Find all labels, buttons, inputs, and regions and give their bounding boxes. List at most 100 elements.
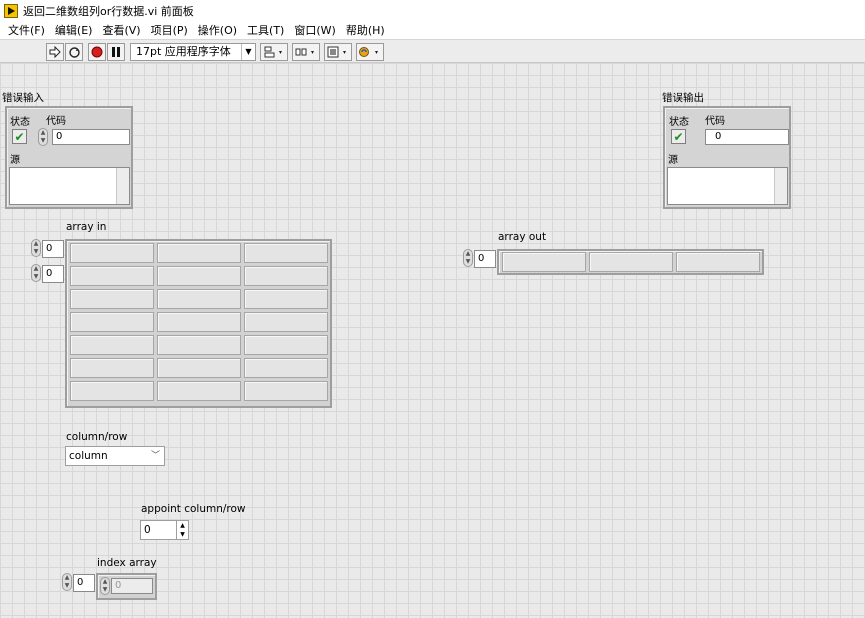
array-cell[interactable] (157, 266, 241, 286)
checkmark-icon: ✔ (673, 129, 684, 144)
index-array-label: index array (97, 557, 157, 569)
array-in-grid[interactable] (65, 239, 332, 408)
array-cell[interactable] (244, 335, 328, 355)
reorder-button[interactable] (356, 43, 384, 61)
error-in-code-label: 代码 (46, 116, 66, 127)
array-cell[interactable] (70, 312, 154, 332)
distribute-objects-button[interactable] (292, 43, 320, 61)
array-cell[interactable] (157, 358, 241, 378)
title-bar: 返回二维数组列or行数据.vi 前面板 (0, 0, 865, 22)
menu-tools[interactable]: 工具(T) (242, 23, 289, 39)
checkmark-icon: ✔ (14, 129, 25, 144)
font-size-value: 17pt 应用程序字体 (136, 45, 231, 58)
appoint-numeric[interactable]: 0 ▲ ▼ (140, 520, 189, 540)
column-row-select[interactable]: column ﹀ (65, 446, 165, 466)
error-out-cluster: 状态 代码 ✔ 0 源 (663, 106, 791, 209)
error-in-source-field[interactable] (9, 167, 130, 205)
run-arrow-icon (49, 46, 61, 58)
distribute-icon (295, 48, 314, 56)
menu-view[interactable]: 查看(V) (97, 23, 145, 39)
chevron-down-icon: ﹀ (150, 451, 160, 461)
array-cell[interactable] (244, 266, 328, 286)
index-array-spinner[interactable]: ▲ ▼ (62, 573, 72, 591)
array-out-label: array out (498, 231, 547, 243)
menu-bar: 文件(F) 编辑(E) 查看(V) 项目(P) 操作(O) 工具(T) 窗口(W… (0, 22, 865, 39)
error-out-source-label: 源 (668, 155, 678, 166)
error-in-source-label: 源 (10, 155, 20, 166)
array-cell[interactable] (157, 289, 241, 309)
array-out-index-spinner[interactable]: ▲ ▼ (463, 249, 473, 267)
menu-project[interactable]: 项目(P) (146, 23, 193, 39)
array-in-col-index[interactable]: 0 (42, 265, 64, 283)
array-cell[interactable] (244, 289, 328, 309)
abort-button[interactable] (88, 43, 106, 61)
font-size-select[interactable]: 17pt 应用程序字体 ▼ (130, 43, 256, 61)
labview-icon (4, 4, 18, 18)
stop-icon (91, 46, 103, 58)
array-cell[interactable] (70, 335, 154, 355)
reorder-icon (359, 47, 378, 57)
error-in-code-spinner[interactable]: ▲ ▼ (38, 128, 48, 146)
array-in-label: array in (66, 221, 107, 233)
array-cell[interactable] (70, 289, 154, 309)
array-cell[interactable] (502, 252, 586, 272)
menu-help[interactable]: 帮助(H) (341, 23, 390, 39)
index-array-element-spinner: ▲ ▼ (100, 577, 110, 595)
resize-icon (327, 46, 346, 58)
run-continuously-button[interactable] (65, 43, 83, 61)
array-in-row-spinner[interactable]: ▲ ▼ (31, 239, 41, 257)
error-in-cluster: 状态 代码 ✔ ▲ ▼ 0 源 (5, 106, 133, 209)
error-out-code-label: 代码 (705, 116, 725, 127)
run-continuously-icon (68, 46, 80, 58)
error-in-status-label: 状态 (10, 117, 30, 128)
array-in-col-spinner[interactable]: ▲ ▼ (31, 264, 41, 282)
error-out-status-label: 状态 (669, 117, 689, 128)
appoint-label: appoint column/row (141, 503, 246, 515)
array-cell[interactable] (70, 266, 154, 286)
array-out-row (497, 249, 764, 275)
error-in-status-checkbox[interactable]: ✔ (12, 129, 27, 144)
index-array-element: 0 (111, 578, 153, 594)
window-title: 返回二维数组列or行数据.vi 前面板 (23, 5, 194, 18)
array-cell[interactable] (589, 252, 673, 272)
index-array-index[interactable]: 0 (73, 574, 95, 592)
array-cell[interactable] (70, 243, 154, 263)
pause-button[interactable] (107, 43, 125, 61)
array-cell[interactable] (244, 358, 328, 378)
array-in-row-index[interactable]: 0 (42, 240, 64, 258)
align-icon (264, 46, 282, 58)
array-out-index[interactable]: 0 (474, 250, 496, 268)
array-cell[interactable] (244, 312, 328, 332)
error-out-code-field: 0 (705, 129, 789, 145)
run-button[interactable] (46, 43, 64, 61)
error-in-code-field[interactable]: 0 (52, 129, 130, 145)
error-out-source-field (667, 167, 788, 205)
appoint-stepper[interactable]: ▲ ▼ (176, 521, 188, 539)
error-out-status-indicator: ✔ (671, 129, 686, 144)
column-row-value: column (69, 450, 108, 462)
index-array-frame: ▲ ▼ 0 (96, 573, 157, 600)
appoint-value: 0 (144, 524, 151, 536)
toolbar: 17pt 应用程序字体 ▼ (0, 39, 865, 63)
array-cell[interactable] (70, 358, 154, 378)
array-cell[interactable] (157, 381, 241, 401)
error-in-label: 错误输入 (2, 92, 44, 104)
error-out-label: 错误输出 (662, 92, 704, 104)
menu-operate[interactable]: 操作(O) (193, 23, 242, 39)
pause-icon (112, 47, 120, 57)
array-cell[interactable] (157, 312, 241, 332)
column-row-label: column/row (66, 431, 128, 443)
menu-file[interactable]: 文件(F) (3, 23, 50, 39)
menu-edit[interactable]: 编辑(E) (50, 23, 98, 39)
resize-objects-button[interactable] (324, 43, 352, 61)
menu-window[interactable]: 窗口(W) (289, 23, 340, 39)
align-objects-button[interactable] (260, 43, 288, 61)
array-cell[interactable] (70, 381, 154, 401)
chevron-down-icon: ▼ (241, 44, 255, 60)
array-cell[interactable] (676, 252, 760, 272)
front-panel: 错误输入 状态 代码 ✔ ▲ ▼ 0 源 错误输出 状态 代码 ✔ 0 源 arr… (0, 63, 865, 618)
array-cell[interactable] (157, 335, 241, 355)
array-cell[interactable] (244, 243, 328, 263)
array-cell[interactable] (244, 381, 328, 401)
array-cell[interactable] (157, 243, 241, 263)
